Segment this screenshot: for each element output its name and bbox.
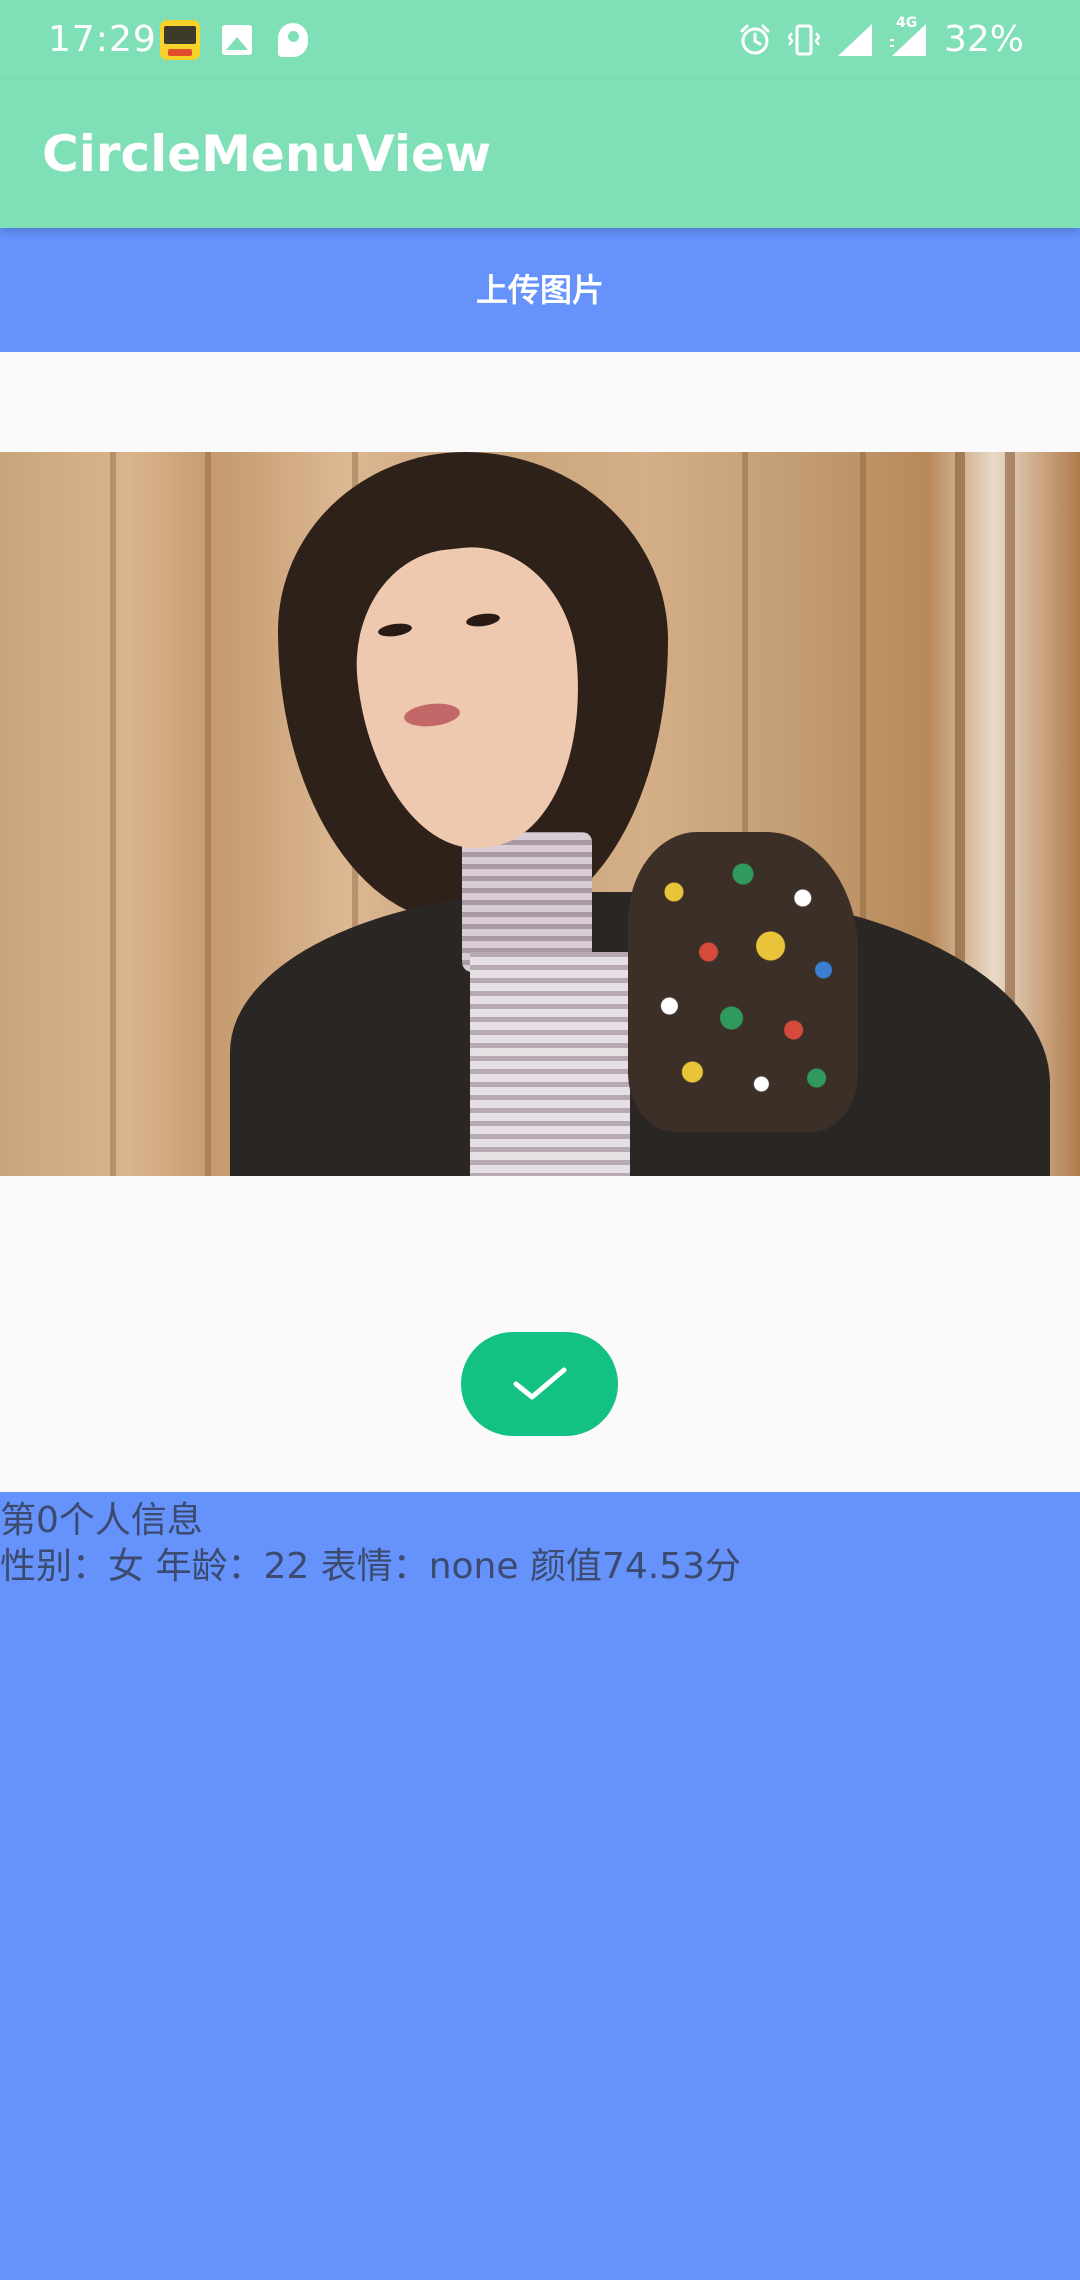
news-app-icon xyxy=(160,20,200,60)
app-bar: CircleMenuView xyxy=(0,80,1080,228)
status-system-icons: 4G 32% xyxy=(724,16,1024,64)
checkmark-icon xyxy=(513,1367,566,1400)
face-info-panel: 第0个人信息 性别：女 年龄：22 表情：none 颜值74.53分 xyxy=(0,1492,1080,2280)
network-type-label: 4G xyxy=(895,15,918,31)
alarm-icon xyxy=(738,23,772,57)
app-title: CircleMenuView xyxy=(42,125,492,183)
image-icon xyxy=(222,25,252,55)
confirm-button[interactable] xyxy=(461,1332,618,1436)
vibrate-icon xyxy=(786,22,822,58)
status-bar: 17:29 4G 32% xyxy=(0,0,1080,80)
upload-image-button[interactable]: 上传图片 xyxy=(0,228,1080,352)
status-notification-icons xyxy=(160,20,308,60)
signal-4g-icon: 4G xyxy=(888,16,928,58)
uploaded-photo xyxy=(0,452,1080,1176)
signal-icon xyxy=(836,22,874,58)
person-info-heading: 第0个人信息 xyxy=(0,1500,203,1541)
status-time: 17:29 xyxy=(48,19,157,60)
battery-percentage: 32% xyxy=(943,19,1024,60)
person-info-details: 性别：女 年龄：22 表情：none 颜值74.53分 xyxy=(0,1546,742,1587)
parking-app-icon xyxy=(278,23,308,57)
